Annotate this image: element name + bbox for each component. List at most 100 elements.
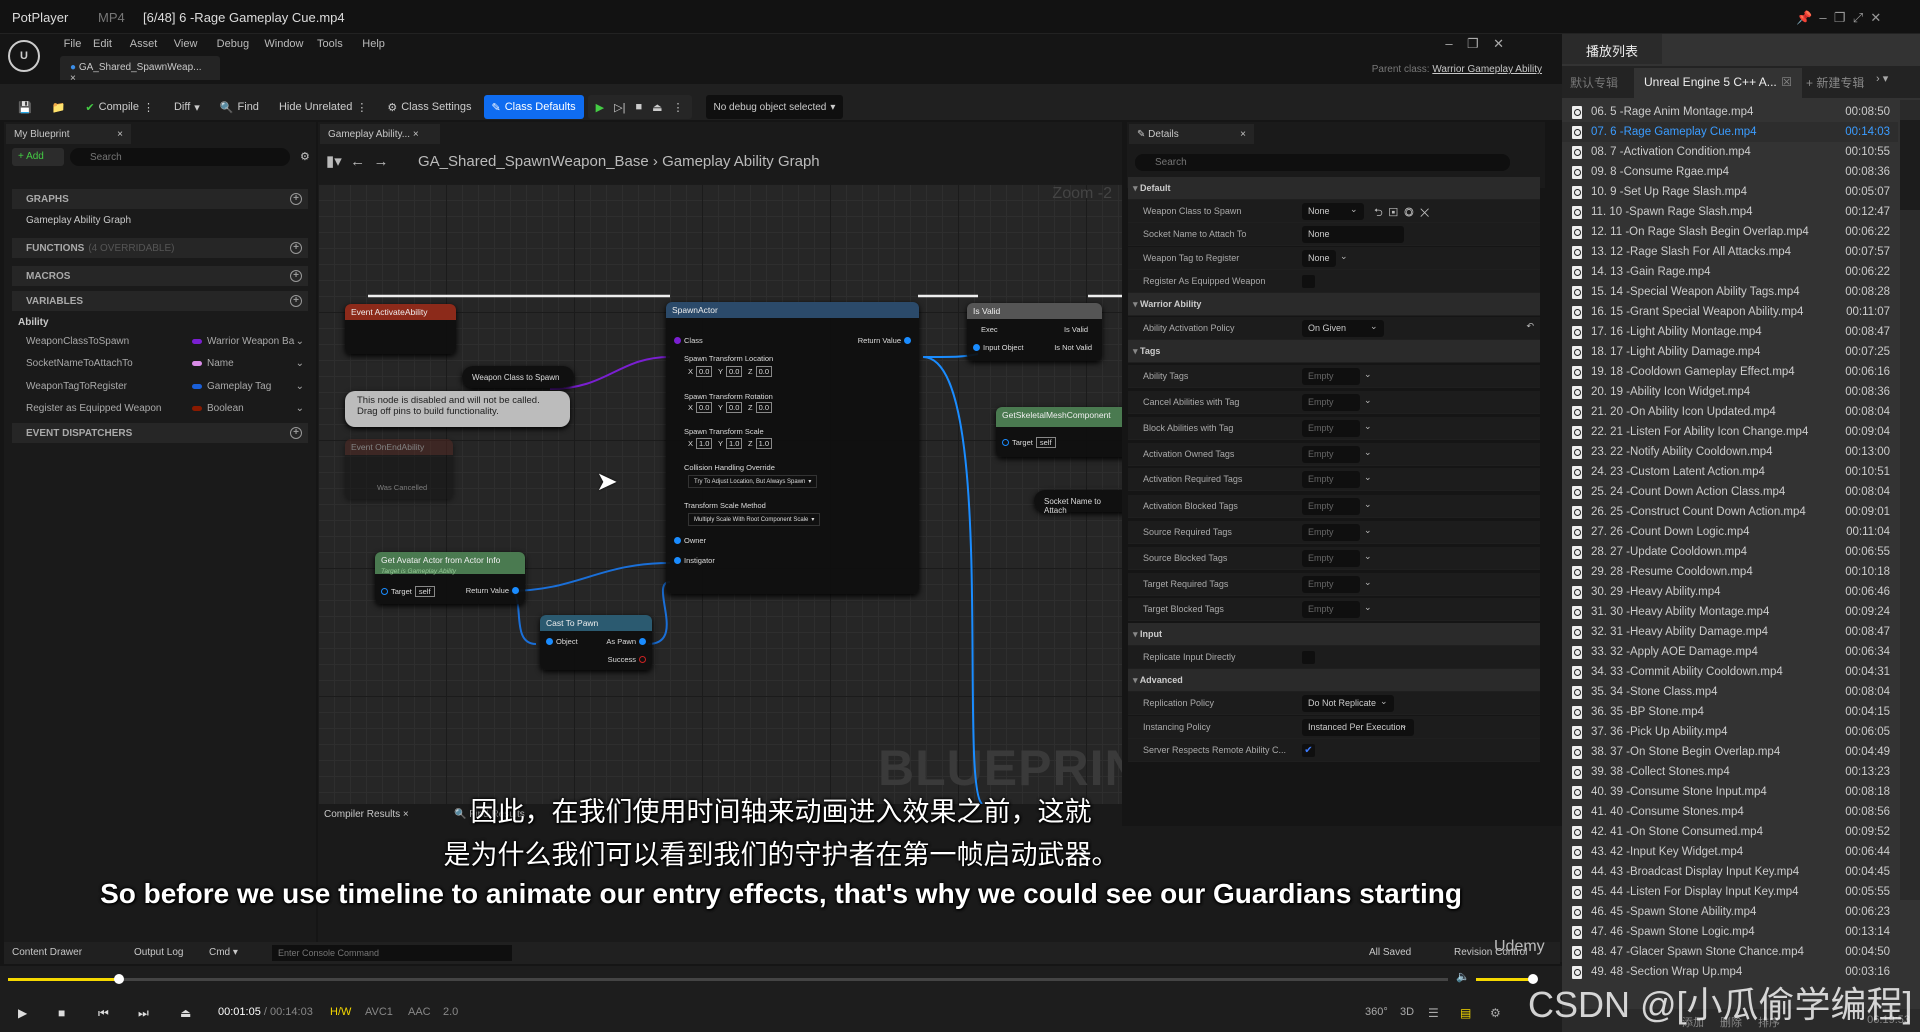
chevron-down-icon[interactable]: ⌄ — [1400, 720, 1408, 731]
playlist-item[interactable]: 21. 20 -On Ability Icon Updated.mp4 00:08… — [1562, 402, 1898, 422]
node-weapon-class-getter[interactable]: Weapon Class to Spawn — [462, 366, 574, 388]
chevron-down-icon[interactable]: ⌄ — [1364, 577, 1372, 588]
settings-icon[interactable]: ⚙ — [300, 150, 310, 163]
add-button[interactable]: + Add — [12, 148, 64, 166]
all-saved-button[interactable]: All Saved — [1369, 947, 1411, 958]
next-icon[interactable]: ⏭ — [138, 1006, 149, 1021]
menu-tools[interactable]: Tools — [317, 38, 343, 50]
playlist-item[interactable]: 20. 19 -Ability Icon Widget.mp4 00:08:36 — [1562, 382, 1898, 402]
playlist-item[interactable]: 27. 26 -Count Down Logic.mp4 00:11:04 — [1562, 522, 1898, 542]
browse-icon[interactable]: 📁 — [44, 95, 74, 119]
playlist-item[interactable]: 11. 10 -Spawn Rage Slash.mp4 00:12:47 — [1562, 202, 1898, 222]
chevron-down-icon[interactable]: ⌄ — [1340, 251, 1348, 262]
details-section[interactable]: Input — [1128, 623, 1540, 646]
dropdown[interactable]: Empty — [1302, 368, 1360, 385]
add-icon[interactable]: + — [290, 193, 302, 205]
equalizer-icon[interactable]: ☰ — [1428, 1006, 1439, 1020]
playlist-item[interactable]: 45. 44 -Listen For Display Input Key.mp4… — [1562, 882, 1898, 902]
chevron-down-icon[interactable]: ⌄ — [1364, 395, 1372, 406]
vector-field-x[interactable]: X 0.0 — [688, 402, 713, 413]
playlist-item[interactable]: 35. 34 -Stone Class.mp4 00:08:04 — [1562, 682, 1898, 702]
play-controls[interactable]: ▶ ▷| ■ ⏏ ⋮ — [587, 95, 692, 119]
playlist-item[interactable]: 38. 37 -On Stone Begin Overlap.mp4 00:04:… — [1562, 742, 1898, 762]
graph-canvas[interactable]: Zoom -2 BLUEPRINT Event ActivateAbility … — [318, 184, 1122, 804]
playlist-item[interactable]: 39. 38 -Collect Stones.mp4 00:13:23 — [1562, 762, 1898, 782]
dropdown[interactable]: Empty — [1302, 550, 1360, 567]
checkbox[interactable] — [1302, 275, 1315, 288]
details-tab[interactable]: ✎ Details × — [1129, 124, 1254, 144]
vector-field-y[interactable]: Y 1.0 — [718, 438, 743, 449]
playlist-tab[interactable]: 默认专辑 — [1570, 74, 1618, 91]
menu-window[interactable]: Window — [264, 38, 303, 50]
chevron-down-icon[interactable]: ⌄ — [1364, 447, 1372, 458]
playlist-scrollbar[interactable] — [1900, 100, 1920, 900]
variable-category[interactable]: Ability — [12, 312, 308, 332]
parent-class-link[interactable]: Warrior Gameplay Ability — [1432, 64, 1542, 75]
output-log-button[interactable]: Output Log — [134, 947, 183, 958]
dropdown[interactable]: Empty — [1302, 498, 1360, 515]
menu-help[interactable]: Help — [362, 38, 385, 50]
menu-asset[interactable]: Asset — [130, 38, 158, 50]
vector-field-z[interactable]: Z 0.0 — [748, 402, 773, 413]
dropdown[interactable]: Empty — [1302, 524, 1360, 541]
playlist-item[interactable]: 13. 12 -Rage Slash For All Attacks.mp4 00… — [1562, 242, 1898, 262]
node-event-activate-ability[interactable]: Event ActivateAbility — [345, 304, 456, 354]
playlist-tab-active[interactable]: Unreal Engine 5 C++ A... ☒ — [1634, 68, 1802, 98]
node-get-skeletal-mesh[interactable]: GetSkeletalMeshComponent Target self — [996, 407, 1122, 457]
section-functions[interactable]: FUNCTIONS (4 OVERRIDABLE) + — [12, 238, 308, 258]
playlist-item[interactable]: 16. 15 -Grant Special Weapon Ability.mp4… — [1562, 302, 1898, 322]
checkbox[interactable] — [1302, 651, 1315, 664]
playlist-item[interactable]: 22. 21 -Listen For Ability Icon Change.m… — [1562, 422, 1898, 442]
breadcrumb-root[interactable]: GA_Shared_SpawnWeapon_Base — [418, 153, 649, 170]
details-section[interactable]: Default — [1128, 177, 1540, 200]
menu-view[interactable]: View — [174, 38, 198, 50]
dropdown[interactable]: Empty — [1302, 601, 1360, 618]
playlist-item[interactable]: 33. 32 -Apply AOE Damage.mp4 00:06:34 — [1562, 642, 1898, 662]
chevron-down-icon[interactable]: ⌄ — [1364, 525, 1372, 536]
playlist-item[interactable]: 40. 39 -Consume Stone Input.mp4 00:08:18 — [1562, 782, 1898, 802]
volume-slider[interactable] — [1476, 974, 1538, 984]
playlist-item[interactable]: 31. 30 -Heavy Ability Montage.mp4 00:09:2… — [1562, 602, 1898, 622]
graph-tab[interactable]: Gameplay Ability... × — [320, 124, 440, 144]
text-field[interactable]: None — [1302, 226, 1404, 243]
playlist-item[interactable]: 23. 22 -Notify Ability Cooldown.mp4 00:13… — [1562, 442, 1898, 462]
3d-icon[interactable]: 3D — [1400, 1006, 1414, 1018]
add-icon[interactable]: + — [290, 295, 302, 307]
vector-field-x[interactable]: X 0.0 — [688, 366, 713, 377]
console-input[interactable] — [272, 945, 512, 961]
node-event-on-end-ability[interactable]: Event OnEndAbility Was Cancelled — [345, 439, 453, 499]
details-section[interactable]: Advanced — [1128, 669, 1540, 692]
playlist-item[interactable]: 25. 24 -Count Down Action Class.mp4 00:08… — [1562, 482, 1898, 502]
playlist-item[interactable]: 07. 6 -Rage Gameplay Cue.mp4 00:14:03 — [1562, 122, 1898, 142]
class-defaults-button[interactable]: ✎ Class Defaults — [483, 95, 584, 119]
playlist-item[interactable]: 43. 42 -Input Key Widget.mp4 00:06:44 — [1562, 842, 1898, 862]
playlist-item[interactable]: 48. 47 -Glacer Spawn Stone Chance.mp4 00:… — [1562, 942, 1898, 962]
playlist-item[interactable]: 36. 35 -BP Stone.mp4 00:04:15 — [1562, 702, 1898, 722]
playlist-item[interactable]: 09. 8 -Consume Rgae.mp4 00:08:36 — [1562, 162, 1898, 182]
playlist-item[interactable]: 26. 25 -Construct Count Down Action.mp4 0… — [1562, 502, 1898, 522]
find-button[interactable]: 🔍 Find — [212, 95, 267, 119]
playlist-item[interactable]: 17. 16 -Light Ability Montage.mp4 00:08:4… — [1562, 322, 1898, 342]
vector-field-x[interactable]: X 1.0 — [688, 438, 713, 449]
section-variables[interactable]: VARIABLES + — [12, 291, 308, 311]
playlist-item[interactable]: 10. 9 -Set Up Rage Slash.mp4 00:05:07 — [1562, 182, 1898, 202]
add-icon[interactable]: + — [290, 270, 302, 282]
playlist-item[interactable]: 15. 14 -Special Weapon Ability Tags.mp4 0… — [1562, 282, 1898, 302]
node-socket-name-getter[interactable]: Socket Name to Attach — [1034, 490, 1122, 515]
save-icon[interactable]: 💾 — [10, 95, 40, 119]
details-section[interactable]: Warrior Ability — [1128, 293, 1540, 316]
chevron-down-icon[interactable]: ⌄ — [1364, 551, 1372, 562]
dropdown[interactable]: Instanced Per Execution — [1302, 719, 1414, 736]
gear-icon[interactable]: ⚙ — [1490, 1006, 1501, 1020]
playlist-item[interactable]: 41. 40 -Consume Stones.mp4 00:08:56 — [1562, 802, 1898, 822]
app-menu[interactable]: PotPlayer — [12, 10, 68, 25]
playlist-icon[interactable]: ▤ — [1460, 1006, 1471, 1020]
chevron-down-icon[interactable]: ⌄ — [1364, 369, 1372, 380]
scale-method-dropdown[interactable]: Multiply Scale With Root Component Scale… — [688, 513, 821, 526]
graph-item[interactable]: Gameplay Ability Graph — [12, 210, 308, 230]
stop-icon[interactable]: ■ — [58, 1006, 65, 1020]
graph-nav[interactable]: ▮▾ ← → — [326, 152, 388, 170]
section-graphs[interactable]: GRAPHS + — [12, 189, 308, 209]
playlist-item[interactable]: 32. 31 -Heavy Ability Damage.mp4 00:08:47 — [1562, 622, 1898, 642]
ue-window-controls[interactable]: – ❐ ✕ — [1445, 36, 1504, 52]
